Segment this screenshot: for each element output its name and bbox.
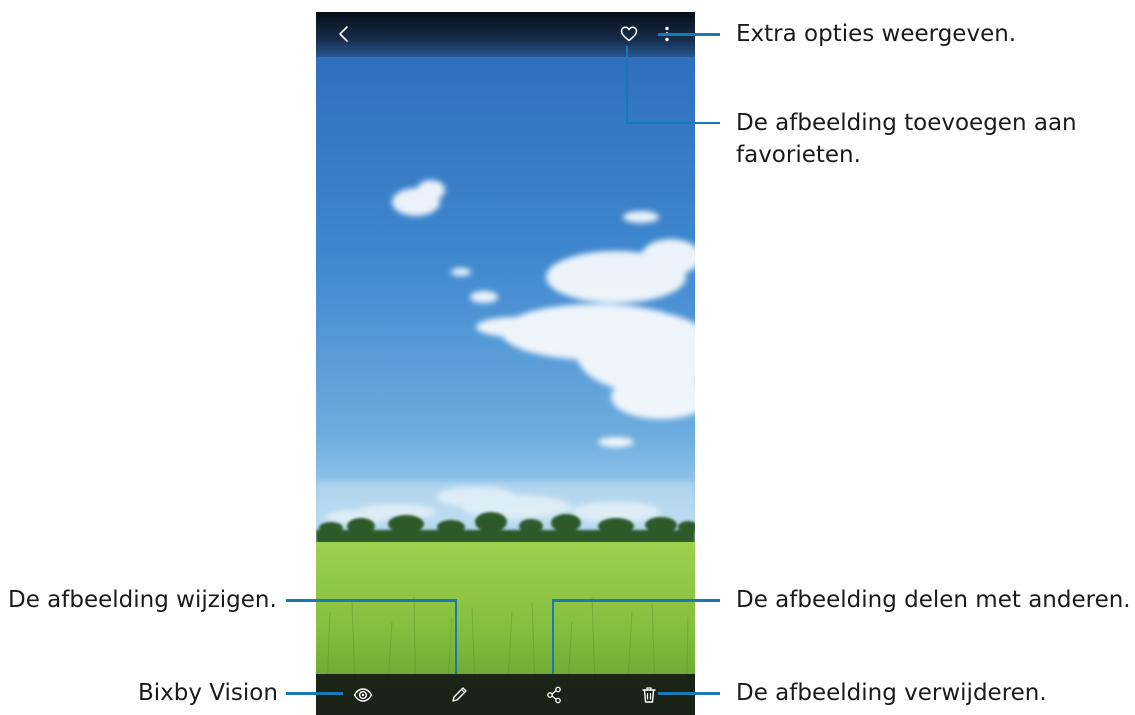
trash-icon <box>642 687 656 703</box>
callout-line-share-h <box>554 599 720 602</box>
callout-share: De afbeelding delen met anderen. <box>736 587 1131 613</box>
gallery-viewer <box>316 12 695 715</box>
callout-line-more-options <box>658 33 720 36</box>
callout-delete: De afbeelding verwijderen. <box>736 680 1047 706</box>
share-button[interactable] <box>540 681 568 709</box>
callout-line-edit-h <box>286 599 457 602</box>
callout-favorites-line1: De afbeelding toevoegen aan <box>736 110 1077 136</box>
edit-button[interactable] <box>445 681 473 709</box>
favorite-button[interactable] <box>615 20 643 48</box>
callout-more-options: Extra opties weergeven. <box>736 21 1017 47</box>
share-icon <box>547 686 561 704</box>
callout-line-bixby <box>286 692 343 695</box>
pencil-icon <box>452 687 467 702</box>
delete-button[interactable] <box>635 681 663 709</box>
callout-favorites-line2: favorieten. <box>736 142 861 168</box>
callout-bixby: Bixby Vision <box>138 680 278 706</box>
callout-edit: De afbeelding wijzigen. <box>8 587 277 613</box>
callout-line-share-v <box>551 599 554 674</box>
callout-line-favorites <box>626 46 634 124</box>
eye-icon <box>353 688 373 702</box>
callout-line-delete <box>658 692 720 695</box>
callout-line-favorites-h <box>626 121 720 124</box>
photo-landscape <box>316 12 695 715</box>
bixby-vision-button[interactable] <box>349 681 377 709</box>
back-button[interactable] <box>330 20 358 48</box>
heart-outline-icon <box>620 26 638 42</box>
callout-line-edit-v <box>454 599 457 674</box>
chevron-left-icon <box>339 26 348 42</box>
